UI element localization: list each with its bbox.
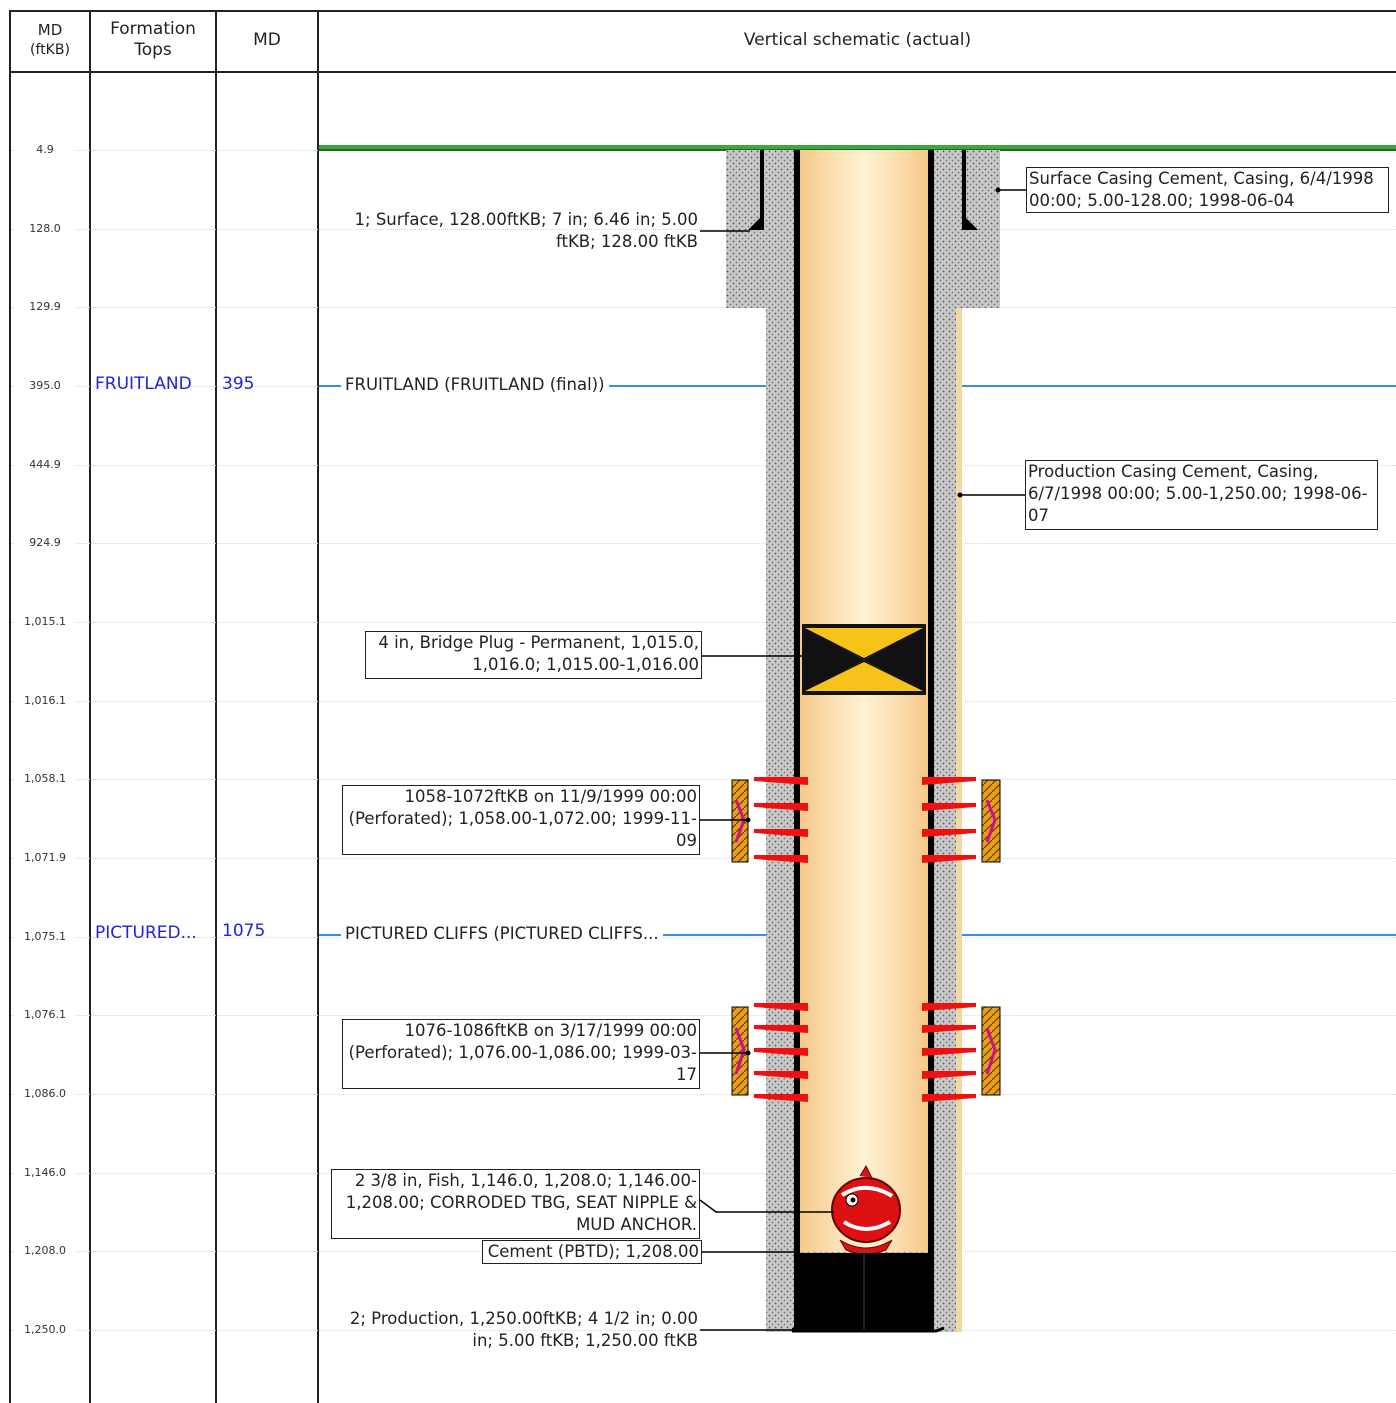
formation-line-fruitland-right xyxy=(962,385,1396,387)
callout-production-cement-l2: 6/7/1998 00:00; 5.00-1,250.00; 1998-06- xyxy=(1028,484,1368,503)
callout-perforation-1[interactable]: 1058-1072ftKB on 11/9/1999 00:00 (Perfor… xyxy=(342,785,700,855)
callout-production-cement-l3: 07 xyxy=(1028,506,1049,525)
label-surface-casing[interactable]: 1; Surface, 128.00ftKB; 7 in; 6.46 in; 5… xyxy=(355,209,698,253)
production-casing-right[interactable] xyxy=(928,150,934,1330)
label-surface-casing-l2: ftKB; 128.00 ftKB xyxy=(555,232,698,251)
callout-surface-cement-l1: Surface Casing Cement, Casing, 6/4/1998 xyxy=(1029,169,1374,188)
callout-perf1-l1: 1058-1072ftKB on 11/9/1999 00:00 xyxy=(404,787,697,806)
callout-fish-l2: 1,208.00; CORRODED TBG, SEAT NIPPLE & xyxy=(345,1193,697,1212)
label-production-casing-l2: in; 5.00 ftKB; 1,250.00 ftKB xyxy=(472,1331,698,1350)
label-production-casing[interactable]: 2; Production, 1,250.00ftKB; 4 1/2 in; 0… xyxy=(350,1308,698,1352)
callout-surface-cement-l2: 00:00; 5.00-128.00; 1998-06-04 xyxy=(1029,191,1295,210)
callout-bridge-plug[interactable]: 4 in, Bridge Plug - Permanent, 1,015.0, … xyxy=(365,631,702,679)
callout-perf2-l3: 17 xyxy=(676,1065,697,1084)
callout-surface-cement[interactable]: Surface Casing Cement, Casing, 6/4/1998 … xyxy=(1026,167,1389,213)
callout-perf2-l1: 1076-1086ftKB on 3/17/1999 00:00 xyxy=(404,1021,697,1040)
callout-fish-l3: MUD ANCHOR. xyxy=(576,1215,697,1234)
callout-bridge-plug-l2: 1,016.0; 1,015.00-1,016.00 xyxy=(472,655,699,674)
callout-cement-pbtd[interactable]: Cement (PBTD); 1,208.00 xyxy=(482,1240,702,1264)
callout-production-cement[interactable]: Production Casing Cement, Casing, 6/7/19… xyxy=(1025,460,1378,530)
callout-perf2-l2: (Perforated); 1,076.00-1,086.00; 1999-03… xyxy=(348,1043,697,1062)
callout-fish[interactable]: 2 3/8 in, Fish, 1,146.0, 1,208.0; 1,146.… xyxy=(331,1169,700,1239)
formation-line-pictured-right xyxy=(962,934,1396,936)
callout-perf1-l3: 09 xyxy=(676,831,697,850)
callout-perforation-2[interactable]: 1076-1086ftKB on 3/17/1999 00:00 (Perfor… xyxy=(342,1019,700,1089)
label-production-casing-l1: 2; Production, 1,250.00ftKB; 4 1/2 in; 0… xyxy=(349,1309,698,1328)
label-surface-casing-l1: 1; Surface, 128.00ftKB; 7 in; 6.46 in; 5… xyxy=(354,210,698,229)
production-casing-left[interactable] xyxy=(794,150,800,1330)
wellbore-interior xyxy=(800,150,928,1252)
callout-bridge-plug-l1: 4 in, Bridge Plug - Permanent, 1,015.0, xyxy=(378,633,699,652)
callout-production-cement-l1: Production Casing Cement, Casing, xyxy=(1028,462,1319,481)
callout-perf1-l2: (Perforated); 1,058.00-1,072.00; 1999-11… xyxy=(348,809,697,828)
formation-label-fruitland[interactable]: FRUITLAND (FRUITLAND (final)) xyxy=(341,374,609,396)
bridge-plug[interactable] xyxy=(802,624,926,695)
callout-fish-l1: 2 3/8 in, Fish, 1,146.0, 1,208.0; 1,146.… xyxy=(354,1171,697,1190)
formation-label-pictured-cliffs[interactable]: PICTURED CLIFFS (PICTURED CLIFFS... xyxy=(341,923,663,945)
